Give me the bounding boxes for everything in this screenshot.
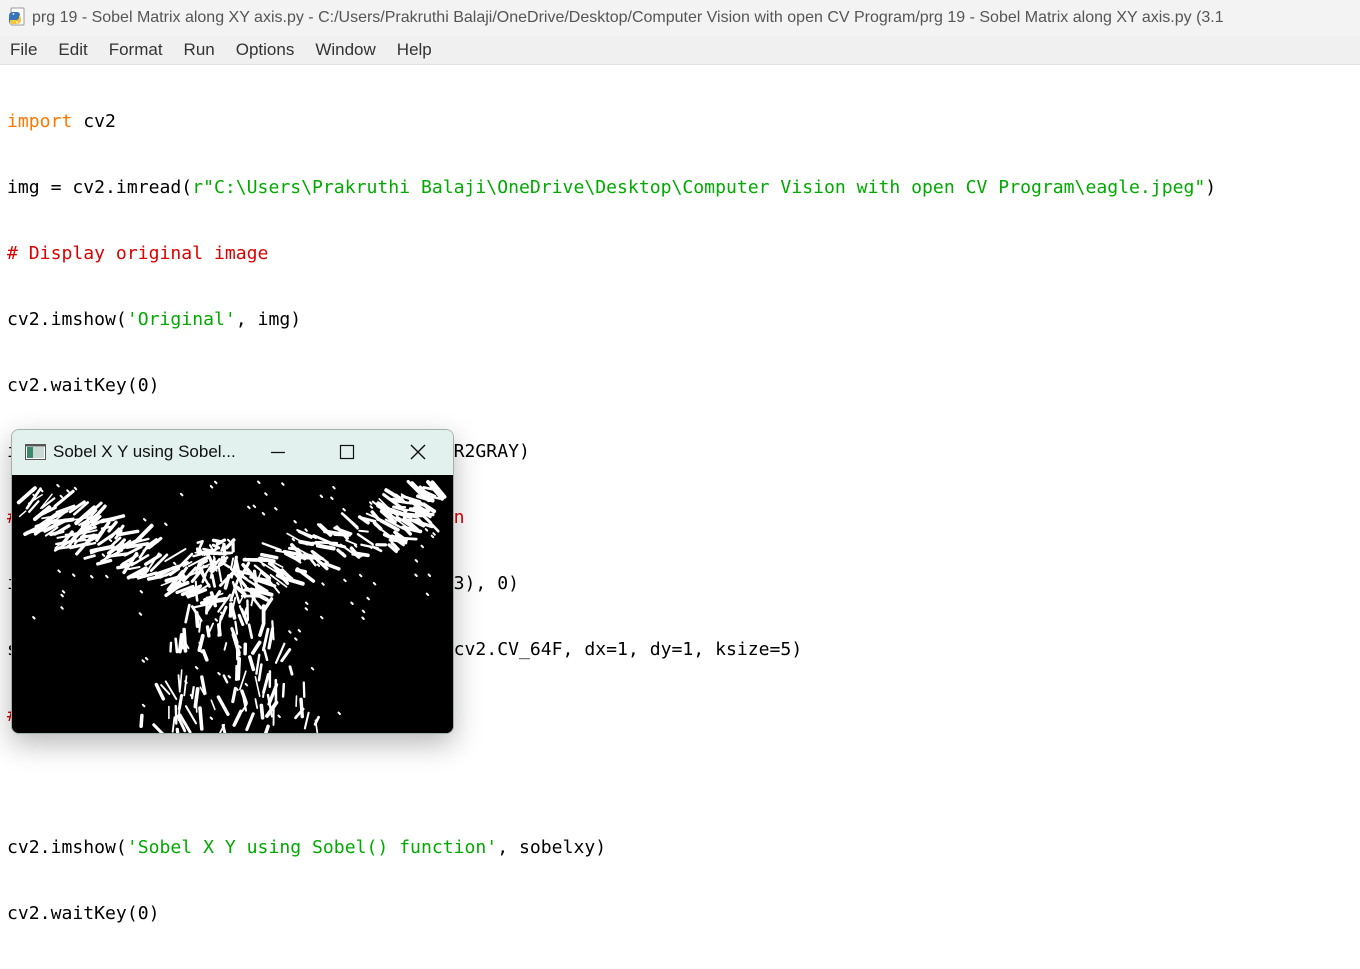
menu-edit[interactable]: Edit [48,36,98,64]
menu-bar: File Edit Format Run Options Window Help [0,36,1360,65]
code-line[interactable] [7,771,1216,793]
window-titlebar[interactable]: prg 19 - Sobel Matrix along XY axis.py -… [0,0,1360,36]
code-token: # Display original image [7,243,268,264]
code-line[interactable]: img = cv2.imread(r"C:\Users\Prakruthi Ba… [7,177,1216,199]
code-token: , sobelxy) [497,837,606,858]
menu-window[interactable]: Window [305,36,386,64]
eagle-edge-picture [12,475,453,733]
code-line[interactable]: cv2.imshow('Original', img) [7,309,1216,331]
code-line[interactable]: cv2.waitKey(0) [7,375,1216,397]
maximize-button[interactable] [327,438,367,466]
code-token: 'Sobel X Y using Sobel() function' [127,837,497,858]
code-token: cv2 [72,111,116,132]
python-file-icon [6,7,28,29]
window-title: prg 19 - Sobel Matrix along XY axis.py -… [32,9,1224,27]
menu-format[interactable]: Format [99,36,174,64]
code-line[interactable]: import cv2 [7,111,1216,133]
menu-options[interactable]: Options [226,36,306,64]
close-icon [409,443,427,461]
code-line[interactable]: cv2.waitKey(0) [7,903,1216,925]
code-token: img = cv2.imread( [7,177,192,198]
code-token: , img) [236,309,301,330]
opencv-window-icon [25,444,46,460]
opencv-window-titlebar[interactable]: Sobel X Y using Sobel... [12,430,453,475]
menu-file[interactable]: File [0,36,48,64]
menu-run[interactable]: Run [174,36,226,64]
minimize-icon [270,444,286,460]
maximize-icon [339,444,355,460]
code-token: cv2.waitKey(0) [7,903,160,924]
opencv-window-title: Sobel X Y using Sobel... [53,442,236,462]
code-token: cv2.waitKey(0) [7,375,160,396]
close-button[interactable] [398,438,438,466]
code-token: cv2.imshow( [7,837,127,858]
code-token: import [7,111,72,132]
minimize-button[interactable] [258,438,298,466]
sobel-edge-image [12,475,453,733]
code-token: 'Original' [127,309,236,330]
opencv-image-window[interactable]: Sobel X Y using Sobel... [11,429,454,734]
code-line[interactable]: cv2.imshow('Sobel X Y using Sobel() func… [7,837,1216,859]
code-token: cv2.imshow( [7,309,127,330]
code-line[interactable]: # Display original image [7,243,1216,265]
code-token: r"C:\Users\Prakruthi Balaji\OneDrive\Des… [192,177,1205,198]
code-token: ) [1205,177,1216,198]
menu-help[interactable]: Help [387,36,443,64]
